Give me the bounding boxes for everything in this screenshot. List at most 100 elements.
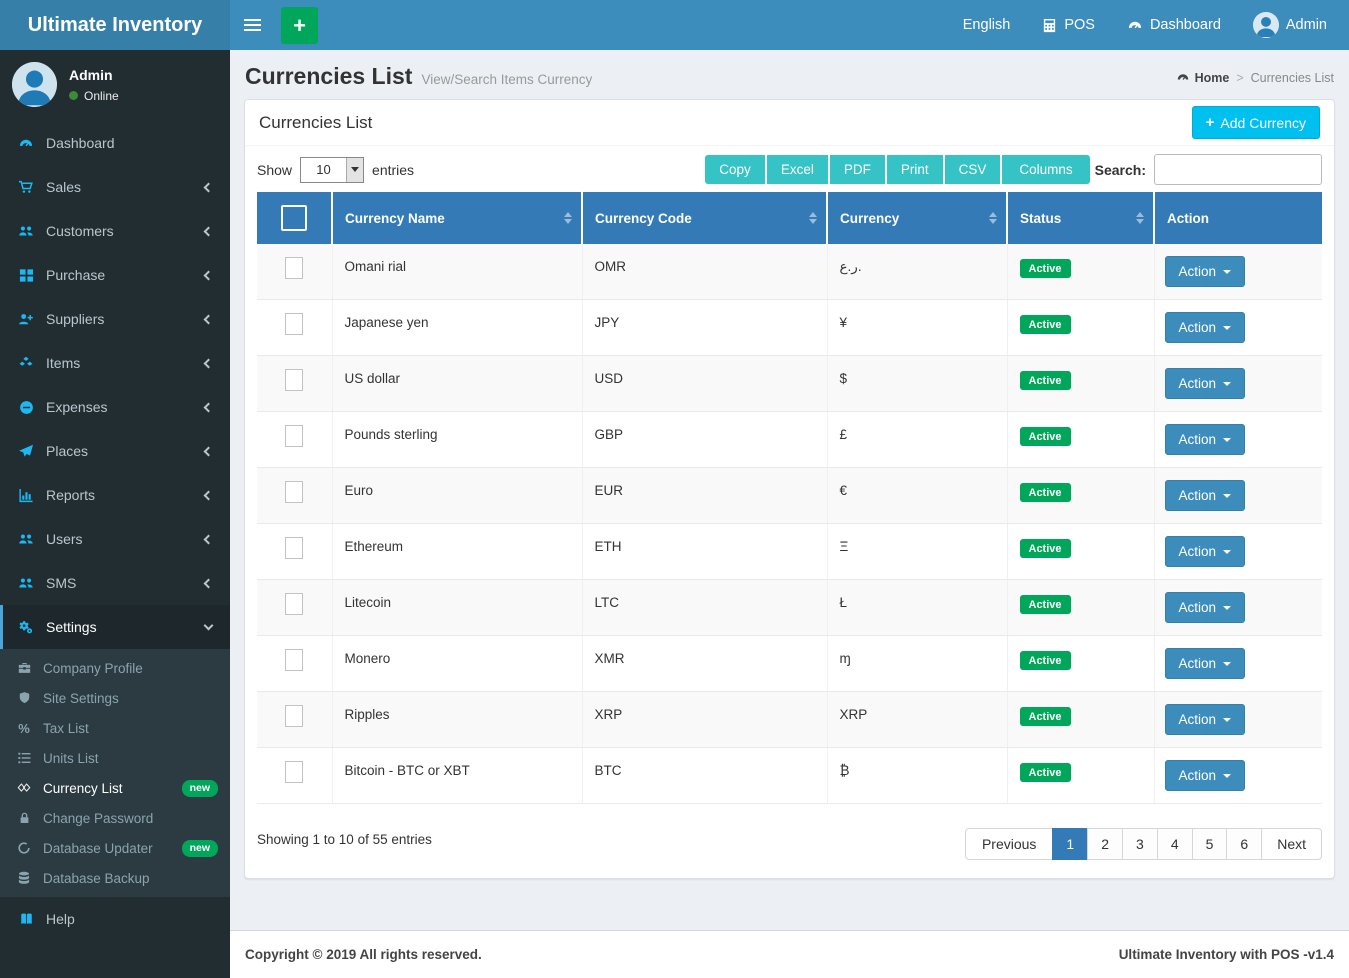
- action-dropdown-button[interactable]: Action: [1165, 424, 1246, 455]
- copy-button[interactable]: Copy: [705, 155, 765, 184]
- add-currency-label: Add Currency: [1220, 115, 1306, 131]
- add-currency-button[interactable]: + Add Currency: [1192, 106, 1320, 139]
- action-dropdown-button[interactable]: Action: [1165, 312, 1246, 343]
- sidebar-item-places[interactable]: Places: [0, 429, 230, 473]
- sidebar-item-expenses[interactable]: Expenses: [0, 385, 230, 429]
- currency-symbol-cell: $: [827, 356, 1007, 412]
- list-icon: [14, 751, 34, 765]
- caret-down-icon: [1223, 382, 1231, 386]
- user-plus-icon: [15, 312, 37, 327]
- action-dropdown-button[interactable]: Action: [1165, 592, 1246, 623]
- nav-user-menu[interactable]: Admin: [1253, 12, 1327, 38]
- hamburger-icon: [244, 24, 261, 26]
- caret-down-icon: [1223, 718, 1231, 722]
- sidebar-item-settings[interactable]: Settings: [0, 605, 230, 649]
- sidebar-user-status[interactable]: Online: [69, 89, 119, 103]
- page-length-select[interactable]: 10: [300, 157, 364, 183]
- breadcrumb-current: Currencies List: [1251, 71, 1334, 85]
- sidebar-item-label: Customers: [46, 223, 114, 239]
- sidebar-toggle-button[interactable]: [230, 0, 275, 50]
- row-checkbox[interactable]: [285, 369, 303, 391]
- sidebar-subitem-change-password[interactable]: Change Password: [0, 803, 230, 833]
- print-button[interactable]: Print: [887, 155, 943, 184]
- sidebar-subitem-currency-list[interactable]: Currency List new: [0, 773, 230, 803]
- status-badge: Active: [1020, 259, 1071, 278]
- sidebar-subitem-label: Currency List: [43, 781, 123, 796]
- status-badge: Active: [1020, 763, 1071, 782]
- sidebar-item-purchase[interactable]: Purchase: [0, 253, 230, 297]
- sidebar-subitem-site-settings[interactable]: Site Settings: [0, 683, 230, 713]
- pagination-next[interactable]: Next: [1261, 828, 1322, 860]
- csv-button[interactable]: CSV: [945, 155, 1001, 184]
- column-header-currency-name[interactable]: Currency Name: [332, 192, 582, 244]
- row-checkbox[interactable]: [285, 593, 303, 615]
- sidebar-subitem-database-updater[interactable]: Database Updater new: [0, 833, 230, 863]
- plus-icon: +: [1206, 114, 1215, 131]
- circle-icon: [14, 841, 34, 855]
- sidebar-item-customers[interactable]: Customers: [0, 209, 230, 253]
- sidebar-item-label: Purchase: [46, 267, 105, 283]
- action-dropdown-button[interactable]: Action: [1165, 256, 1246, 287]
- row-checkbox[interactable]: [285, 649, 303, 671]
- copyright-text: Copyright © 2019 All rights reserved.: [245, 947, 482, 962]
- sidebar-item-sales[interactable]: Sales: [0, 165, 230, 209]
- currency-symbol-cell: Ł: [827, 580, 1007, 636]
- sidebar-subitem-database-backup[interactable]: Database Backup: [0, 863, 230, 893]
- nav-pos[interactable]: POS: [1042, 17, 1095, 33]
- pagination-page-6[interactable]: 6: [1226, 828, 1262, 860]
- sidebar-item-help[interactable]: Help: [0, 897, 230, 941]
- action-dropdown-button[interactable]: Action: [1165, 480, 1246, 511]
- user-avatar: [1253, 12, 1279, 38]
- sidebar-item-suppliers[interactable]: Suppliers: [0, 297, 230, 341]
- sidebar-subitem-tax-list[interactable]: % Tax List: [0, 713, 230, 743]
- pagination-previous[interactable]: Previous: [965, 828, 1053, 860]
- currency-code-cell: JPY: [582, 300, 827, 356]
- pagination-page-4[interactable]: 4: [1157, 828, 1193, 860]
- nav-language[interactable]: English: [963, 17, 1011, 33]
- row-checkbox[interactable]: [285, 705, 303, 727]
- row-checkbox[interactable]: [285, 257, 303, 279]
- row-checkbox[interactable]: [285, 481, 303, 503]
- action-dropdown-button[interactable]: Action: [1165, 368, 1246, 399]
- currency-code-cell: XMR: [582, 636, 827, 692]
- action-dropdown-button[interactable]: Action: [1165, 536, 1246, 567]
- sidebar-subitem-label: Change Password: [43, 811, 153, 826]
- sidebar-item-sms[interactable]: SMS: [0, 561, 230, 605]
- row-checkbox[interactable]: [285, 537, 303, 559]
- sidebar-user-panel: Admin Online: [0, 50, 230, 121]
- action-dropdown-button[interactable]: Action: [1165, 704, 1246, 735]
- column-header-status[interactable]: Status: [1007, 192, 1154, 244]
- quick-add-button[interactable]: +: [281, 7, 318, 44]
- sidebar-item-items[interactable]: Items: [0, 341, 230, 385]
- currency-code-cell: XRP: [582, 692, 827, 748]
- row-checkbox[interactable]: [285, 425, 303, 447]
- calculator-icon: [1042, 18, 1057, 33]
- currency-code-cell: BTC: [582, 748, 827, 804]
- brand-logo[interactable]: Ultimate Inventory: [0, 0, 230, 50]
- excel-button[interactable]: Excel: [767, 155, 828, 184]
- column-header-currency-code[interactable]: Currency Code: [582, 192, 827, 244]
- pagination-page-2[interactable]: 2: [1087, 828, 1123, 860]
- sidebar-subitem-company-profile[interactable]: Company Profile: [0, 653, 230, 683]
- search-input[interactable]: [1154, 154, 1322, 185]
- sidebar-subitem-units-list[interactable]: Units List: [0, 743, 230, 773]
- breadcrumb-home[interactable]: Home: [1176, 71, 1230, 85]
- currency-code-cell: ETH: [582, 524, 827, 580]
- columns-button[interactable]: Columns: [1002, 155, 1089, 184]
- pagination-page-1[interactable]: 1: [1052, 828, 1088, 860]
- nav-dashboard[interactable]: Dashboard: [1127, 17, 1221, 33]
- status-badge: Active: [1020, 483, 1071, 502]
- select-all-checkbox[interactable]: [281, 205, 307, 231]
- pagination-page-3[interactable]: 3: [1122, 828, 1158, 860]
- action-dropdown-button[interactable]: Action: [1165, 760, 1246, 791]
- row-checkbox[interactable]: [285, 761, 303, 783]
- sidebar-item-reports[interactable]: Reports: [0, 473, 230, 517]
- action-dropdown-button[interactable]: Action: [1165, 648, 1246, 679]
- column-header-currency[interactable]: Currency: [827, 192, 1007, 244]
- sidebar-item-dashboard[interactable]: Dashboard: [0, 121, 230, 165]
- sidebar-item-users[interactable]: Users: [0, 517, 230, 561]
- row-checkbox[interactable]: [285, 313, 303, 335]
- sort-icon: [809, 212, 817, 224]
- pagination-page-5[interactable]: 5: [1192, 828, 1228, 860]
- pdf-button[interactable]: PDF: [830, 155, 885, 184]
